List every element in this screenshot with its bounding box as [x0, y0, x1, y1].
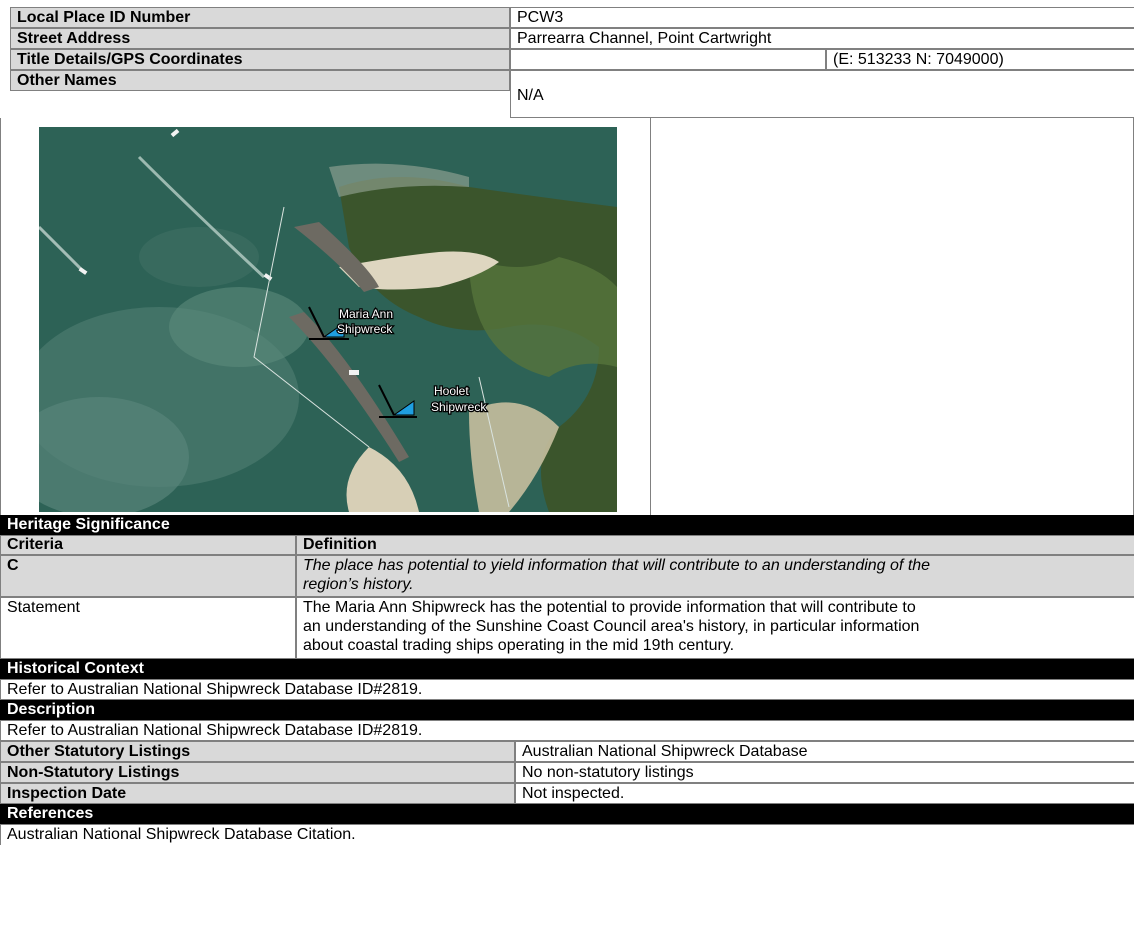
- heritage-significance-title: Heritage Significance: [0, 515, 1134, 535]
- statement-row: Statement The Maria Ann Shipwreck has th…: [0, 597, 1134, 659]
- references-row: Australian National Shipwreck Database C…: [0, 824, 1134, 845]
- other-names-value: N/A: [510, 70, 1134, 118]
- description-row: Refer to Australian National Shipwreck D…: [0, 720, 1134, 741]
- title-details-value: [510, 49, 826, 70]
- definition-header: Definition: [296, 535, 1134, 555]
- statement-text: The Maria Ann Shipwreck has the potentia…: [296, 597, 1134, 659]
- historical-context-text: Refer to Australian National Shipwreck D…: [0, 679, 1134, 700]
- aerial-map-image: Maria Ann Shipwreck Hoolet Shipwreck: [39, 127, 617, 512]
- place-id-value: PCW3: [510, 7, 1134, 28]
- statement-line-3: about coastal trading ships operating in…: [303, 637, 735, 654]
- title-details-label: Title Details/GPS Coordinates: [10, 49, 510, 70]
- place-id-row: Local Place ID Number PCW3: [0, 7, 1134, 28]
- maria-ann-label-line1: Maria Ann: [339, 307, 393, 321]
- image-divider: [650, 118, 651, 515]
- description-text: Refer to Australian National Shipwreck D…: [0, 720, 1134, 741]
- criterion-definition: The place has potential to yield informa…: [296, 555, 1134, 597]
- historical-context-row: Refer to Australian National Shipwreck D…: [0, 679, 1134, 700]
- other-names-row: Other Names N/A: [0, 70, 1134, 118]
- criterion-code: C: [0, 555, 296, 597]
- hoolet-label-line1: Hoolet: [434, 384, 469, 398]
- place-id-label: Local Place ID Number: [10, 7, 510, 28]
- criterion-row: C The place has potential to yield infor…: [0, 555, 1134, 597]
- references-text: Australian National Shipwreck Database C…: [0, 824, 1134, 845]
- street-address-label: Street Address: [10, 28, 510, 49]
- other-names-label: Other Names: [10, 70, 510, 91]
- description-title: Description: [0, 700, 1134, 720]
- statutory-listings-value: Australian National Shipwreck Database: [515, 741, 1134, 762]
- hoolet-label-line2: Shipwreck: [431, 400, 487, 414]
- criterion-line-2: region’s history.: [303, 576, 414, 593]
- criteria-header-row: Criteria Definition: [0, 535, 1134, 555]
- statement-line-2: an understanding of the Sunshine Coast C…: [303, 618, 920, 635]
- references-header: References: [0, 804, 1134, 824]
- statement-label: Statement: [0, 597, 296, 659]
- references-title: References: [0, 804, 1134, 824]
- heritage-place-card: Local Place ID Number PCW3 Street Addres…: [0, 0, 1134, 931]
- non-statutory-listings-value: No non-statutory listings: [515, 762, 1134, 783]
- historical-context-header: Historical Context: [0, 659, 1134, 679]
- statement-line-1: The Maria Ann Shipwreck has the potentia…: [303, 599, 916, 616]
- title-details-row: Title Details/GPS Coordinates (E: 513233…: [0, 49, 1134, 70]
- inspection-date-value: Not inspected.: [515, 783, 1134, 804]
- gps-coordinates: (E: 513233 N: 7049000): [826, 49, 1134, 70]
- statutory-listings-label: Other Statutory Listings: [0, 741, 515, 762]
- non-statutory-listings-row: Non-Statutory Listings No non-statutory …: [0, 762, 1134, 783]
- historical-context-title: Historical Context: [0, 659, 1134, 679]
- maria-ann-label-line2: Shipwreck: [337, 322, 393, 336]
- description-header: Description: [0, 700, 1134, 720]
- street-address-row: Street Address Parrearra Channel, Point …: [0, 28, 1134, 49]
- criteria-header: Criteria: [0, 535, 296, 555]
- inspection-date-row: Inspection Date Not inspected.: [0, 783, 1134, 804]
- street-address-value: Parrearra Channel, Point Cartwright: [510, 28, 1134, 49]
- inspection-date-label: Inspection Date: [0, 783, 515, 804]
- image-block: Maria Ann Shipwreck Hoolet Shipwreck: [0, 118, 1134, 515]
- statutory-listings-row: Other Statutory Listings Australian Nati…: [0, 741, 1134, 762]
- criterion-line-1: The place has potential to yield informa…: [303, 557, 931, 574]
- heritage-significance-header: Heritage Significance: [0, 515, 1134, 535]
- non-statutory-listings-label: Non-Statutory Listings: [0, 762, 515, 783]
